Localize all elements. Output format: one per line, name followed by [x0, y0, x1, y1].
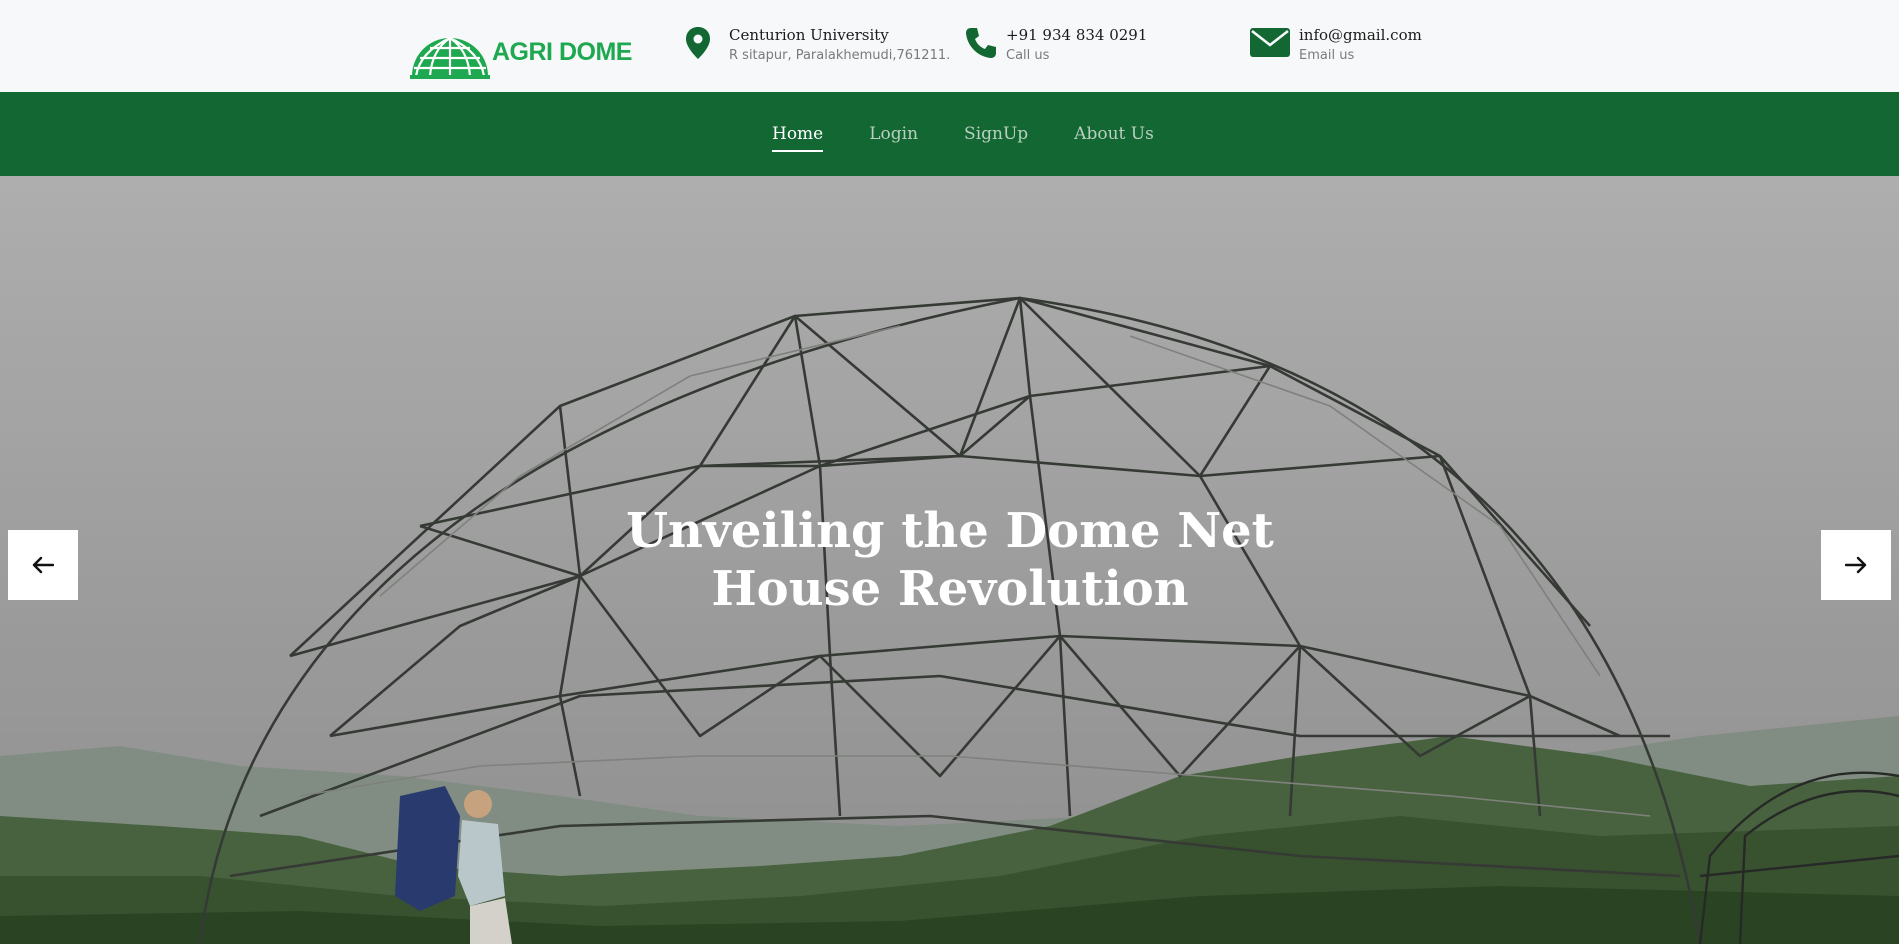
hero-title: Unveiling the Dome Net House Revolution: [600, 502, 1300, 618]
nav-item-home[interactable]: Home: [772, 124, 824, 152]
nav-list: Home Login SignUp About Us: [772, 92, 1154, 176]
contact-address: Centurion University R sitapur, Paralakh…: [685, 24, 950, 70]
address-subtitle: R sitapur, Paralakhemudi,761211.: [729, 48, 951, 63]
envelope-icon: [1250, 28, 1290, 57]
hero-title-line-2: House Revolution: [711, 561, 1189, 617]
phone-number: +91 934 834 0291: [1006, 26, 1148, 44]
contact-email[interactable]: info@gmail.com Email us: [1249, 24, 1449, 70]
phone-icon: [966, 28, 996, 58]
nav-item-login[interactable]: Login: [869, 124, 918, 144]
arrow-left-icon: [32, 556, 54, 574]
email-address: info@gmail.com: [1299, 26, 1422, 44]
nav-item-about-us[interactable]: About Us: [1074, 124, 1154, 144]
address-title: Centurion University: [729, 26, 889, 44]
nav-item-signup[interactable]: SignUp: [964, 124, 1028, 144]
phone-subtitle: Call us: [1006, 48, 1050, 63]
main-navigation: Home Login SignUp About Us: [0, 92, 1899, 176]
arrow-right-icon: [1845, 556, 1867, 574]
carousel-prev-button[interactable]: [8, 530, 78, 600]
brand-logo[interactable]: AGRI DOME: [410, 22, 632, 80]
email-subtitle: Email us: [1299, 48, 1355, 63]
contact-phone[interactable]: +91 934 834 0291 Call us: [964, 24, 1164, 70]
map-pin-icon: [686, 27, 710, 59]
hero-title-line-1: Unveiling the Dome Net: [626, 503, 1274, 559]
top-info-bar: AGRI DOME Centurion University R sitapur…: [0, 0, 1899, 92]
brand-name: AGRI DOME: [492, 38, 632, 66]
dome-globe-icon: [410, 37, 490, 79]
carousel-next-button[interactable]: [1821, 530, 1891, 600]
hero-carousel: Unveiling the Dome Net House Revolution: [0, 176, 1899, 944]
